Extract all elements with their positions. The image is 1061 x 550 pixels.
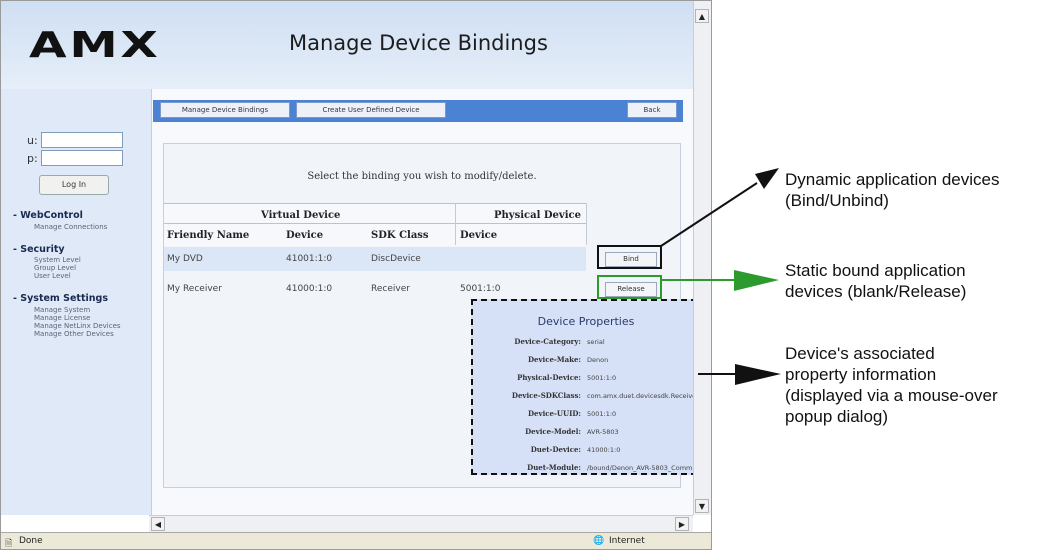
prop-key: Device-Make: (527, 355, 581, 364)
prop-key: Device-UUID: (527, 409, 581, 418)
callout-properties-line3: (displayed via a mouse-over (785, 386, 998, 405)
scroll-down-icon[interactable]: ▼ (695, 499, 709, 513)
browser-window: AMX Manage Device Bindings u: p: Log In … (0, 0, 712, 550)
horizontal-scrollbar[interactable]: ◀ ▶ (149, 515, 693, 533)
nav-item-manage-other-devices[interactable]: Manage Other Devices (34, 330, 114, 338)
prop-value: 5001:1:0 (587, 374, 617, 382)
static-arrow-head (734, 270, 779, 291)
table-header: Virtual Device Physical Device Friendly … (164, 203, 586, 246)
popup-title: Device Properties (537, 315, 635, 328)
amx-logo: AMX (29, 25, 161, 66)
status-text: Done (19, 536, 43, 546)
nav-heading-security[interactable]: - Security (13, 244, 65, 255)
callout-properties-line1: Device's associated (785, 344, 935, 363)
table-row[interactable]: My Receiver 41000:1:0 Receiver 5001:1:0 (164, 277, 586, 301)
back-button[interactable]: Back (627, 102, 677, 118)
prop-key: Device-Category: (514, 337, 581, 346)
nav-item-manage-system[interactable]: Manage System (34, 306, 90, 314)
callout-properties-line4: popup dialog) (785, 407, 889, 426)
password-label: p: (27, 152, 38, 165)
nav-heading-webcontrol[interactable]: - WebControl (13, 210, 83, 221)
callout-static-line2: devices (blank/Release) (785, 282, 967, 301)
username-input[interactable] (41, 132, 123, 148)
cell-friendly-name: My DVD (167, 254, 203, 264)
column-physical-device: Device (460, 230, 498, 241)
prop-key: Duet-Module: (527, 463, 581, 472)
prop-value: 41000:1:0 (587, 446, 621, 454)
page-icon: 🗎 (5, 539, 13, 549)
callout-dynamic-line2: (Bind/Unbind) (785, 191, 889, 210)
password-input[interactable] (41, 150, 123, 166)
table-right-edge (586, 203, 587, 245)
cell-sdk-class: DiscDevice (371, 254, 421, 264)
bind-button[interactable]: Bind (605, 252, 657, 267)
callout-static: Static bound application devices (blank/… (785, 260, 966, 302)
nav-item-system-level[interactable]: System Level (34, 256, 81, 264)
nav-item-manage-connections[interactable]: Manage Connections (34, 223, 107, 231)
prop-key: Device-SDKClass: (511, 391, 581, 400)
header-divider (164, 223, 586, 224)
device-properties-popup: Device Properties Device-Category: seria… (471, 299, 699, 475)
callout-dynamic-line1: Dynamic application devices (785, 170, 1000, 189)
prop-value: com.amx.duet.devicesdk.Receiver (587, 392, 699, 400)
scroll-left-icon[interactable]: ◀ (151, 517, 165, 531)
prop-value: Denon (587, 356, 609, 364)
tab-create-user-defined-device[interactable]: Create User Defined Device (296, 102, 446, 118)
prop-value: /bound/Denon_AVR-5803_Comm (587, 464, 693, 472)
callout-dynamic: Dynamic application devices (Bind/Unbind… (785, 169, 1000, 211)
column-friendly-name: Friendly Name (167, 230, 250, 241)
cell-friendly-name: My Receiver (167, 284, 222, 294)
cell-physical-device: 5001:1:0 (460, 284, 501, 294)
vertical-scrollbar[interactable]: ▲ ▼ (693, 1, 711, 515)
tab-manage-device-bindings[interactable]: Manage Device Bindings (160, 102, 290, 118)
scroll-up-icon[interactable]: ▲ (695, 9, 709, 23)
header: AMX Manage Device Bindings (1, 1, 693, 89)
nav-item-manage-netlinx-devices[interactable]: Manage NetLinx Devices (34, 322, 121, 330)
release-button[interactable]: Release (605, 282, 657, 297)
cell-sdk-class: Receiver (371, 284, 410, 294)
zone-label: Internet (609, 536, 645, 546)
internet-zone-icon: 🌐 (593, 536, 605, 546)
column-sdk-class: SDK Class (371, 230, 429, 241)
table-row[interactable]: My DVD 41001:1:0 DiscDevice (164, 247, 586, 271)
scroll-right-icon[interactable]: ▶ (675, 517, 689, 531)
nav-heading-system-settings[interactable]: - System Settings (13, 293, 108, 304)
nav-item-manage-license[interactable]: Manage License (34, 314, 90, 322)
nav-item-user-level[interactable]: User Level (34, 272, 71, 280)
callout-properties-line2: property information (785, 365, 937, 384)
nav-item-group-level[interactable]: Group Level (34, 264, 76, 272)
prop-value: serial (587, 338, 605, 346)
instruction-text: Select the binding you wish to modify/de… (307, 171, 537, 182)
prop-key: Duet-Device: (530, 445, 581, 454)
callout-properties: Device's associated property information… (785, 343, 998, 427)
callout-static-line1: Static bound application (785, 261, 966, 280)
prop-key: Physical-Device: (517, 373, 581, 382)
page-title: Manage Device Bindings (289, 31, 548, 55)
group-divider (455, 203, 456, 245)
dynamic-arrow-head (755, 168, 779, 189)
prop-key: Device-Model: (525, 427, 581, 436)
prop-value: 5001:1:0 (587, 410, 617, 418)
status-bar: 🗎 Done 🌐 Internet (1, 532, 711, 549)
username-label: u: (27, 134, 38, 147)
cell-device: 41000:1:0 (286, 284, 333, 294)
prop-value: AVR-5803 (587, 428, 619, 436)
tab-bar: Manage Device Bindings Create User Defin… (153, 100, 683, 122)
properties-arrow-head (735, 364, 781, 385)
header-virtual-device: Virtual Device (261, 210, 341, 221)
header-physical-device: Physical Device (494, 210, 581, 221)
login-button[interactable]: Log In (39, 175, 109, 195)
column-device: Device (286, 230, 324, 241)
cell-device: 41001:1:0 (286, 254, 333, 264)
